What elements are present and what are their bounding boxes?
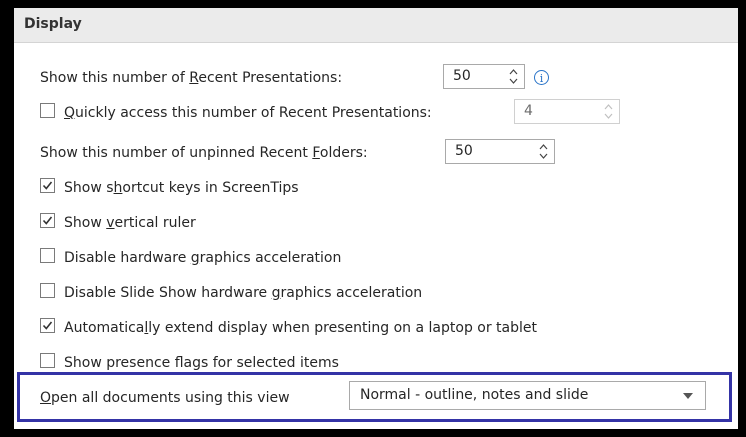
recent-folders-label: Show this number of unpinned Recent Fold… <box>40 145 368 161</box>
quick-access-spinner[interactable]: 4 <box>514 99 620 124</box>
disable-slideshow-hw-accel-row: Disable Slide Show hardware graphics acc… <box>64 281 664 307</box>
recent-folders-spinner[interactable]: 50 <box>445 139 555 164</box>
recent-folders-row: Show this number of unpinned Recent Fold… <box>40 141 440 167</box>
spinner-arrows-icon[interactable] <box>509 68 518 85</box>
shortcut-keys-label: Show shortcut keys in ScreenTips <box>64 180 299 196</box>
presence-flags-checkbox[interactable] <box>40 353 55 368</box>
open-view-row: Open all documents using this view <box>40 386 350 412</box>
presence-flags-label: Show presence flags for selected items <box>64 355 339 371</box>
disable-slideshow-hw-accel-checkbox[interactable] <box>40 283 55 298</box>
auto-extend-display-row: Automatically extend display when presen… <box>64 316 724 342</box>
disable-slideshow-hw-accel-label: Disable Slide Show hardware graphics acc… <box>64 285 423 301</box>
recent-presentations-row: Show this number of Recent Presentations… <box>40 66 640 92</box>
vertical-ruler-checkbox[interactable] <box>40 213 55 228</box>
checkmark-icon <box>42 181 53 190</box>
recent-presentations-spinner[interactable]: 50 <box>443 64 525 89</box>
chevron-down-icon[interactable] <box>683 393 693 399</box>
spinner-arrows-icon[interactable] <box>604 103 613 120</box>
disable-hw-accel-checkbox[interactable] <box>40 248 55 263</box>
auto-extend-display-checkbox[interactable] <box>40 318 55 333</box>
disable-hw-accel-label: Disable hardware graphics acceleration <box>64 250 342 266</box>
vertical-ruler-label: Show vertical ruler <box>64 215 196 231</box>
recent-presentations-value: 50 <box>453 68 471 84</box>
info-icon[interactable]: i <box>534 70 549 85</box>
shortcut-keys-checkbox[interactable] <box>40 178 55 193</box>
recent-folders-value: 50 <box>455 143 473 159</box>
open-view-dropdown[interactable]: Normal - outline, notes and slide <box>349 381 706 410</box>
quick-access-row: Quickly access this number of Recent Pre… <box>64 101 524 127</box>
auto-extend-display-label: Automatically extend display when presen… <box>64 320 537 336</box>
checkmark-icon <box>42 321 53 330</box>
quick-access-label: Quickly access this number of Recent Pre… <box>64 105 432 121</box>
spinner-arrows-icon[interactable] <box>539 143 548 160</box>
section-title: Display <box>24 16 82 32</box>
open-view-value: Normal - outline, notes and slide <box>360 387 589 403</box>
options-panel: Display Show this number of Recent Prese… <box>14 8 738 429</box>
vertical-ruler-row: Show vertical ruler <box>64 211 664 237</box>
section-header: Display <box>14 8 738 43</box>
open-view-label: Open all documents using this view <box>40 390 290 406</box>
checkmark-icon <box>42 216 53 225</box>
shortcut-keys-row: Show shortcut keys in ScreenTips <box>64 176 664 202</box>
quick-access-checkbox[interactable] <box>40 103 55 118</box>
quick-access-value: 4 <box>524 103 533 119</box>
recent-presentations-label: Show this number of Recent Presentations… <box>40 70 343 86</box>
disable-hw-accel-row: Disable hardware graphics acceleration <box>64 246 664 272</box>
